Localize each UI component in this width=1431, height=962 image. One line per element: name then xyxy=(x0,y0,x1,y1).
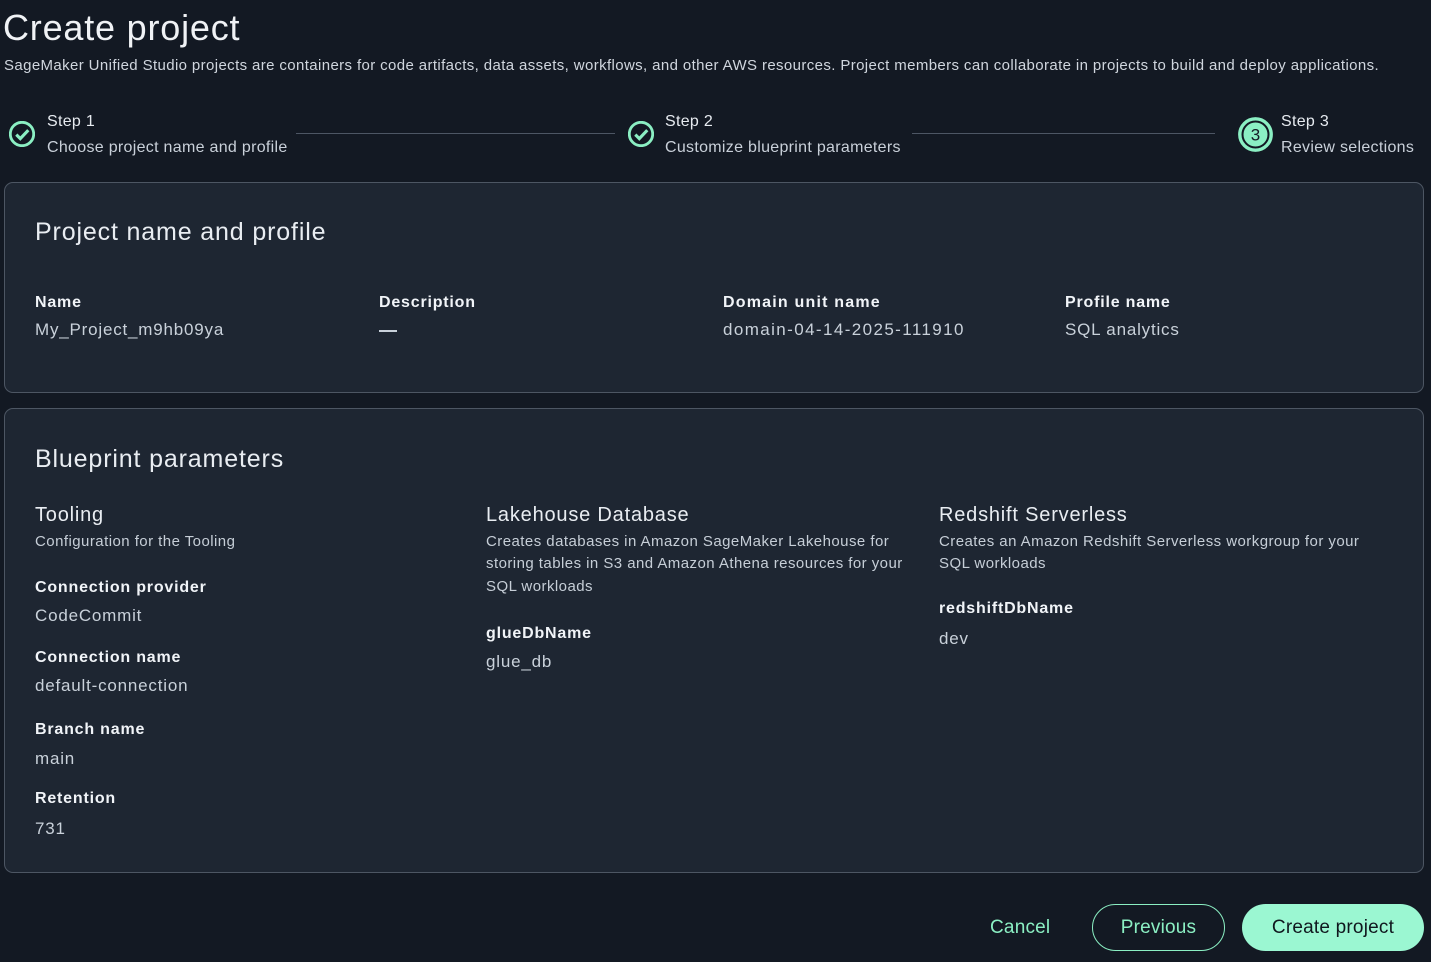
svg-text:3: 3 xyxy=(1251,126,1260,145)
